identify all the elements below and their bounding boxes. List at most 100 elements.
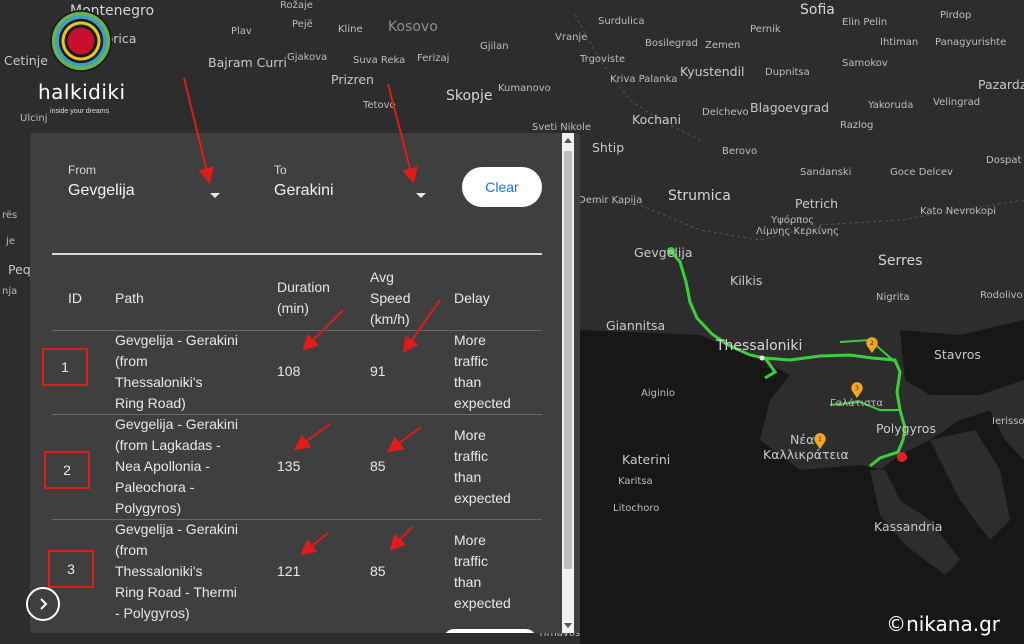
route-marker-number: 2 — [870, 339, 874, 347]
city-dot — [759, 355, 765, 361]
map-label: Plav — [231, 26, 252, 37]
map-label: Dupnitsa — [765, 67, 810, 78]
map-label: Kochani — [632, 112, 682, 127]
chevron-right-icon — [40, 598, 48, 610]
map-label: Polygyros — [876, 421, 936, 436]
from-value: Gevgelija — [68, 182, 135, 199]
map-label: Stavros — [934, 347, 981, 362]
map-label: Gjakova — [287, 52, 328, 63]
row-id: 3 — [67, 561, 75, 577]
map-label: Rodolivo — [980, 290, 1023, 301]
map-label: Sandanski — [800, 167, 852, 178]
divider — [52, 253, 542, 255]
map-label: Ihtiman — [880, 37, 919, 48]
row-path: Gevgelija - Gerakini (from Thessaloniki'… — [115, 332, 238, 411]
to-label: To — [274, 163, 287, 177]
map-label: Kosovo — [388, 19, 438, 35]
map-label: Velingrad — [933, 97, 981, 108]
row-path: Gevgelija - Gerakini (from Thessaloniki'… — [115, 521, 238, 621]
map-label: Surdulica — [598, 16, 645, 27]
map-label: nja — [2, 286, 18, 297]
map-label: je — [6, 236, 15, 247]
logo-tagline: inside your dreams — [50, 108, 110, 115]
map-label: Καλλικράτεια — [763, 447, 849, 462]
map-label: Bajram Curri — [208, 55, 287, 70]
row-delay: More traffic than expected — [454, 427, 511, 506]
route-marker-icon[interactable]: 1 — [811, 432, 829, 450]
map-label: Kyustendil — [680, 64, 745, 79]
map-label: Prizren — [331, 72, 374, 87]
map-label: Bosilegrad — [645, 38, 698, 49]
map-label: rës — [2, 210, 18, 221]
to-select[interactable]: To Gerakini — [274, 163, 426, 200]
map-label: Goce Delcev — [890, 167, 953, 178]
row-path: Gevgelija - Gerakini (from Lagkadas - Ne… — [115, 416, 238, 516]
panel-scrollbar[interactable] — [562, 133, 574, 633]
route-panel: From Gevgelija To Gerakini Clear ID Path… — [30, 133, 580, 633]
header-id: ID — [68, 290, 82, 306]
header-duration: Duration (min) — [277, 279, 330, 316]
map-label: Υψόρπος — [771, 215, 815, 226]
map-label: Blagoevgrad — [750, 100, 830, 115]
chevron-down-icon — [416, 193, 426, 198]
logo-emblem-icon — [50, 10, 112, 72]
header-delay: Delay — [454, 290, 490, 306]
from-select[interactable]: From Gevgelija — [68, 163, 220, 200]
annotation-box: 3 — [48, 550, 94, 588]
map-label: Kassandria — [874, 519, 943, 534]
scroll-up-icon[interactable] — [564, 138, 572, 143]
map-label: Peq — [8, 262, 31, 277]
copyright-credit: ©nikana.gr — [886, 612, 1000, 636]
map-label: Kumanovo — [498, 83, 551, 94]
header-path: Path — [115, 290, 144, 306]
map-label: Strumica — [668, 188, 731, 204]
map-label: Katerini — [622, 452, 671, 467]
map-label: Trgoviste — [580, 54, 626, 65]
map-label: Nigrita — [876, 292, 910, 303]
map-label: Pazardz — [978, 77, 1024, 92]
scrollbar-thumb[interactable] — [564, 151, 572, 569]
row-speed: 91 — [370, 363, 386, 379]
map-label: Λίμνης Κερκίνης — [756, 226, 839, 237]
route-marker-icon[interactable]: 3 — [848, 381, 866, 399]
map-label: Ferizaj — [417, 53, 450, 64]
map-label: Thessaloniki — [716, 338, 803, 354]
map-label: Gjilan — [480, 41, 509, 52]
chevron-down-icon — [210, 193, 220, 198]
route-marker-icon[interactable]: 2 — [863, 336, 881, 354]
row-delay: More traffic than expected — [454, 532, 511, 611]
annotation-box: 1 — [42, 348, 88, 386]
map-label: Yakoruda — [868, 100, 914, 111]
row-delay: More traffic than expected — [454, 332, 511, 411]
map-label: Gevgelija — [634, 245, 693, 260]
map-label: Pernik — [750, 24, 781, 35]
map-label: Aiginio — [641, 388, 675, 399]
map-label: Kilkis — [730, 273, 763, 288]
map-label: Elin Pelin — [842, 17, 888, 28]
map-label: Pirdop — [940, 10, 972, 21]
map-label: Skopje — [446, 88, 493, 104]
map-label: Kline — [338, 24, 363, 35]
halkidiki-logo[interactable]: halkidiki inside your dreams — [38, 10, 148, 120]
clear-button[interactable]: Clear — [462, 167, 542, 207]
map-label: Zemen — [705, 40, 741, 51]
route-marker-number: 1 — [818, 435, 822, 443]
map-label: Vranje — [555, 32, 588, 43]
map-label: Karitsa — [618, 476, 653, 487]
map-label: Kriva Palanka — [610, 74, 678, 85]
map-label: Razlog — [840, 120, 874, 131]
map-label: Kato Nevrokopi — [920, 206, 996, 217]
map-label: Rožaje — [280, 0, 313, 11]
map-label: Petrich — [795, 196, 839, 211]
map-label: Shtip — [592, 140, 625, 155]
scroll-down-icon[interactable] — [564, 623, 572, 628]
row-speed: 85 — [370, 563, 386, 579]
partial-button[interactable] — [444, 629, 536, 633]
row-duration: 135 — [277, 458, 301, 474]
annotation-box: 2 — [44, 451, 90, 489]
row-id: 2 — [63, 462, 71, 478]
map-label: Dospat — [986, 155, 1022, 166]
panel-toggle-button[interactable] — [26, 587, 60, 621]
map-label: Samokov — [842, 58, 888, 69]
row-duration: 108 — [277, 363, 301, 379]
